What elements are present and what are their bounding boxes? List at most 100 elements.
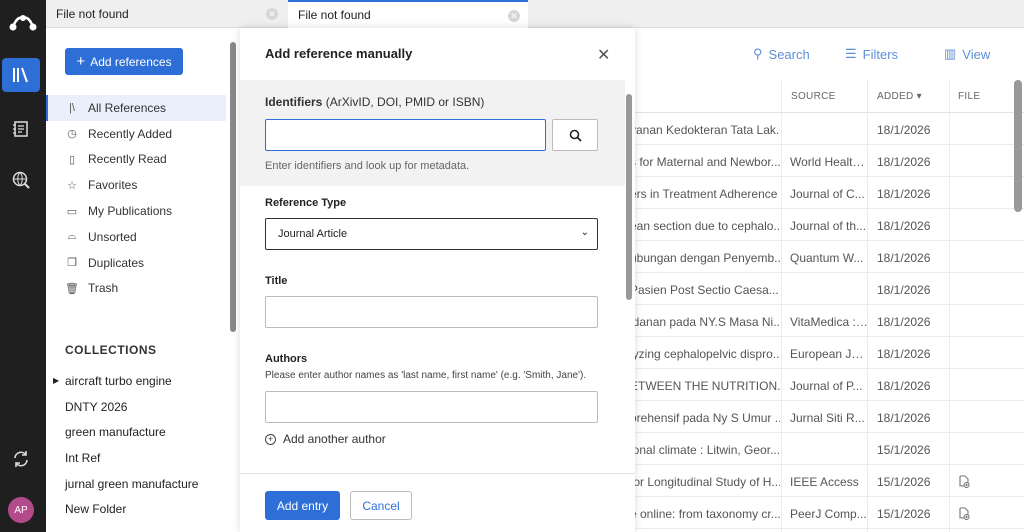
caret-right-icon[interactable]: ▶ — [53, 376, 59, 385]
library-nav: |\ All References ◷ Recently Added ▯ Rec… — [46, 95, 226, 301]
library-sidebar: + Add references |\ All References ◷ Rec… — [46, 28, 238, 532]
tab-label: File not found — [298, 8, 371, 22]
sidebar-item-duplicates[interactable]: ❐ Duplicates — [46, 250, 226, 276]
table-row[interactable]: idanan pada NY.S Masa Ni... VitaMedica : … — [630, 305, 1024, 337]
collection-item[interactable]: Int Ref — [46, 445, 226, 471]
view-button[interactable]: ▥ View — [944, 46, 990, 62]
collection-item[interactable]: ▶ aircraft turbo engine — [46, 368, 226, 394]
table-row[interactable]: Pasien Post Sectio Caesa... 18/1/2026 — [630, 273, 1024, 305]
column-header-added[interactable]: ADDED ▾ — [877, 91, 922, 102]
cell-added: 18/1/2026 — [877, 187, 931, 201]
search-button[interactable]: ⚲ Search — [753, 46, 810, 62]
modal-scrollbar[interactable] — [626, 94, 632, 300]
cell-added: 15/1/2026 — [877, 507, 931, 521]
sidebar-item-label: Duplicates — [88, 255, 145, 270]
cell-title: ional climate : Litwin, Geor... — [630, 443, 780, 457]
notebook-icon — [13, 121, 28, 137]
cell-title: s for Maternal and Newbor... — [630, 155, 780, 169]
sidebar-item-label: Recently Added — [88, 126, 173, 141]
cancel-button[interactable]: Cancel — [350, 491, 412, 520]
table-row[interactable]: for Longitudinal Study of H... IEEE Acces… — [630, 465, 1024, 497]
table-row[interactable]: ETWEEN THE NUTRITION... Journal of P... 18… — [630, 369, 1024, 401]
star-icon: ☆ — [67, 179, 77, 192]
view-label: View — [962, 46, 991, 62]
cell-title: e online: from taxonomy cr... — [630, 507, 780, 521]
lookup-button[interactable] — [552, 119, 598, 151]
sidebar-item-favorites[interactable]: ☆ Favorites — [46, 172, 226, 198]
library-toolbar: ⚲ Search ☰ Filters ▥ View — [630, 28, 1024, 80]
author-input[interactable] — [265, 391, 598, 423]
collection-item[interactable]: DNTY 2026 — [46, 394, 226, 420]
collection-label: aircraft turbo engine — [65, 373, 172, 388]
library-rail-button[interactable] — [2, 58, 40, 92]
title-label: Title — [265, 275, 288, 287]
filters-label: Filters — [862, 46, 899, 62]
filters-button[interactable]: ☰ Filters — [845, 46, 898, 62]
sidebar-item-label: Favorites — [88, 178, 138, 193]
user-avatar[interactable]: AP — [8, 497, 34, 523]
table-row[interactable]: lyzing cephalopelvic dispro... European J… — [630, 337, 1024, 369]
table-row[interactable]: yanan Kedokteran Tata Lak... 18/1/2026 — [630, 113, 1024, 145]
table-row[interactable]: ers in Treatment Adherence Journal of C..… — [630, 177, 1024, 209]
tab-file-2[interactable]: File not found ✕ — [288, 0, 528, 28]
cell-title: ean section due to cephalo... — [630, 219, 780, 233]
sidebar-item-my-publications[interactable]: ▭ My Publications — [46, 198, 226, 224]
mendeley-logo-icon[interactable] — [7, 10, 39, 34]
identifiers-input[interactable] — [265, 119, 546, 151]
sidebar-scrollbar[interactable] — [230, 42, 236, 332]
search-icon — [569, 129, 582, 142]
table-scrollbar[interactable] — [1014, 80, 1022, 212]
filter-icon: ☰ — [845, 46, 857, 61]
table-row[interactable]: ional climate : Litwin, Geor... 15/1/2026 — [630, 433, 1024, 465]
collection-label: green manufacture — [65, 425, 166, 440]
table-row[interactable]: e online: from taxonomy cr... PeerJ Comp.… — [630, 497, 1024, 529]
cell-source: Quantum W... — [790, 251, 864, 265]
search-label: Search — [768, 46, 810, 62]
table-row[interactable]: ean section due to cephalo... Journal of … — [630, 209, 1024, 241]
column-header-source[interactable]: SOURCE — [791, 91, 836, 102]
file-add-icon[interactable] — [958, 475, 978, 491]
tab-file-1[interactable]: File not found ✕ — [46, 0, 286, 28]
sidebar-item-recently-read[interactable]: ▯ Recently Read — [46, 147, 226, 173]
sidebar-item-recently-added[interactable]: ◷ Recently Added — [46, 121, 226, 147]
collection-item[interactable]: New Folder — [46, 496, 226, 522]
table-row[interactable]: s for Maternal and Newbor... World Health… — [630, 145, 1024, 177]
collection-label: New Folder — [65, 502, 127, 517]
identifiers-section: Identifiers (ArXivID, DOI, PMID or ISBN)… — [240, 80, 625, 186]
bookmark-icon: ▯ — [68, 153, 76, 166]
cell-added: 15/1/2026 — [877, 443, 931, 457]
sidebar-item-label: My Publications — [88, 204, 173, 219]
table-row[interactable]: orehensif pada Ny S Umur ... Jurnal Siti … — [630, 401, 1024, 433]
cell-title: Pasien Post Sectio Caesa... — [630, 283, 779, 297]
table-row[interactable]: ubungan dengan Penyemb... Quantum W... 18/… — [630, 241, 1024, 273]
identifiers-hint: Enter identifiers and look up for metada… — [265, 160, 470, 172]
close-tab-icon[interactable]: ✕ — [508, 10, 520, 22]
sync-rail-button[interactable] — [2, 442, 40, 476]
table-header: SOURCE ADDED ▾ FILE — [630, 80, 1024, 113]
collection-item[interactable]: jurnal green manufacture — [46, 471, 226, 497]
sidebar-item-label: Recently Read — [88, 152, 167, 167]
cell-title: idanan pada NY.S Masa Ni... — [630, 315, 780, 329]
add-entry-button[interactable]: Add entry — [265, 491, 340, 520]
collection-item[interactable]: green manufacture — [46, 419, 226, 445]
search-papers-rail-button[interactable] — [2, 163, 40, 197]
add-references-button[interactable]: + Add references — [65, 48, 183, 75]
add-another-author-button[interactable]: + Add another author — [265, 432, 386, 446]
close-icon[interactable]: ✕ — [597, 45, 610, 65]
sidebar-item-label: All References — [88, 100, 167, 115]
cell-source: Journal of th... — [790, 219, 867, 233]
close-tab-icon[interactable]: ✕ — [266, 8, 278, 20]
cell-added: 18/1/2026 — [877, 315, 931, 329]
authors-label: Authors — [265, 353, 308, 365]
add-author-label: Add another author — [283, 432, 386, 446]
notebook-rail-button[interactable] — [2, 112, 40, 146]
clock-icon: ◷ — [67, 128, 77, 141]
column-header-file[interactable]: FILE — [958, 91, 980, 102]
reference-type-select[interactable]: Journal Article ⌄ — [265, 218, 598, 250]
title-input[interactable] — [265, 296, 598, 328]
file-add-icon[interactable] — [958, 507, 978, 523]
sidebar-item-all-references[interactable]: |\ All References — [46, 95, 226, 121]
cell-title: yanan Kedokteran Tata Lak... — [630, 123, 780, 137]
sidebar-item-unsorted[interactable]: ⌓ Unsorted — [46, 224, 226, 250]
sidebar-item-trash[interactable]: 🗑 Trash — [46, 276, 226, 302]
